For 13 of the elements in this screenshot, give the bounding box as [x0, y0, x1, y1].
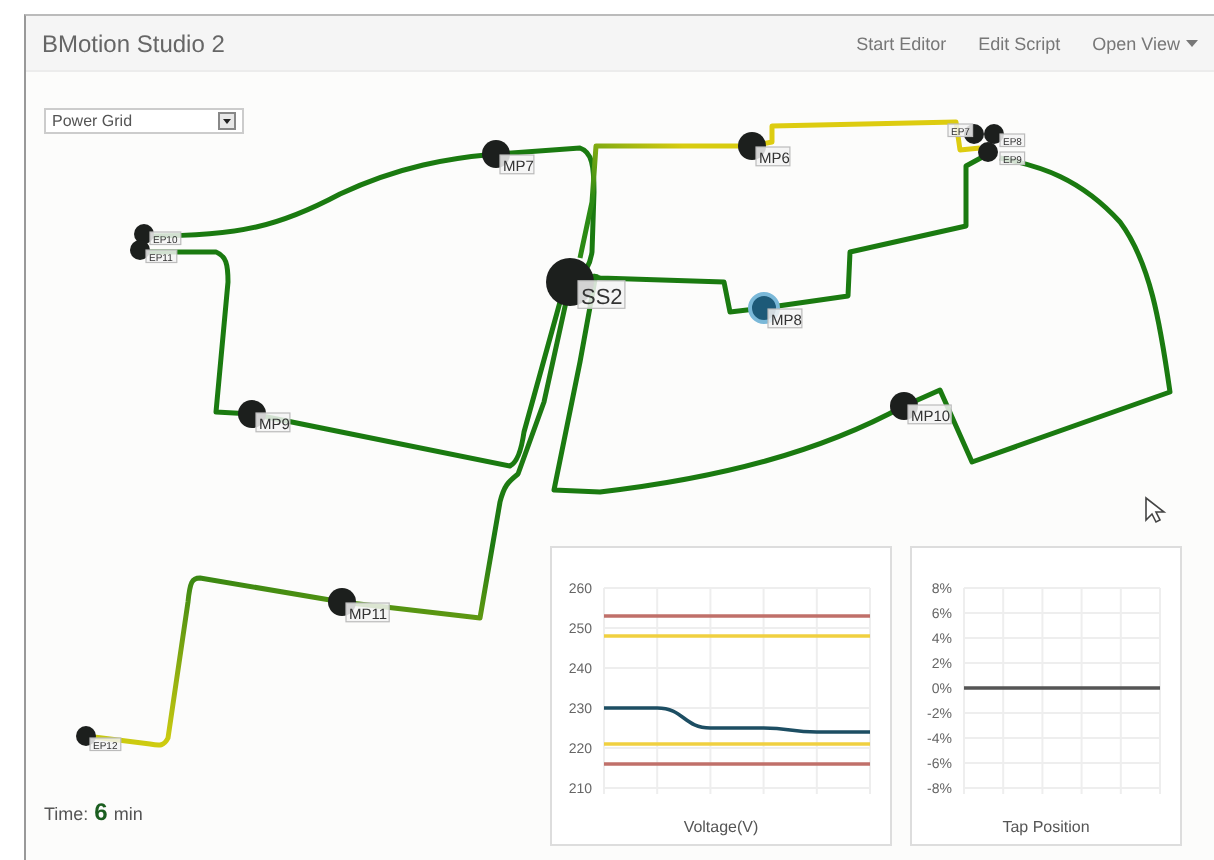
chart-title: Voltage(V) [681, 818, 761, 836]
view-select[interactable]: Power Grid [44, 108, 244, 134]
nav-link[interactable]: Open View [1092, 33, 1198, 53]
node-dot[interactable] [978, 142, 998, 162]
time-label: Time: [44, 804, 89, 824]
cursor-icon [1145, 496, 1167, 524]
chart-title: Tap Position [1000, 818, 1092, 836]
time-value: 6 [94, 798, 108, 826]
time-unit: min [113, 804, 143, 824]
nav-link[interactable]: Edit Script [978, 33, 1061, 53]
nav-link[interactable]: Start Editor [856, 33, 947, 53]
app-title: BMotion Studio 2 [42, 29, 225, 57]
node-label: SS2 [577, 280, 626, 310]
